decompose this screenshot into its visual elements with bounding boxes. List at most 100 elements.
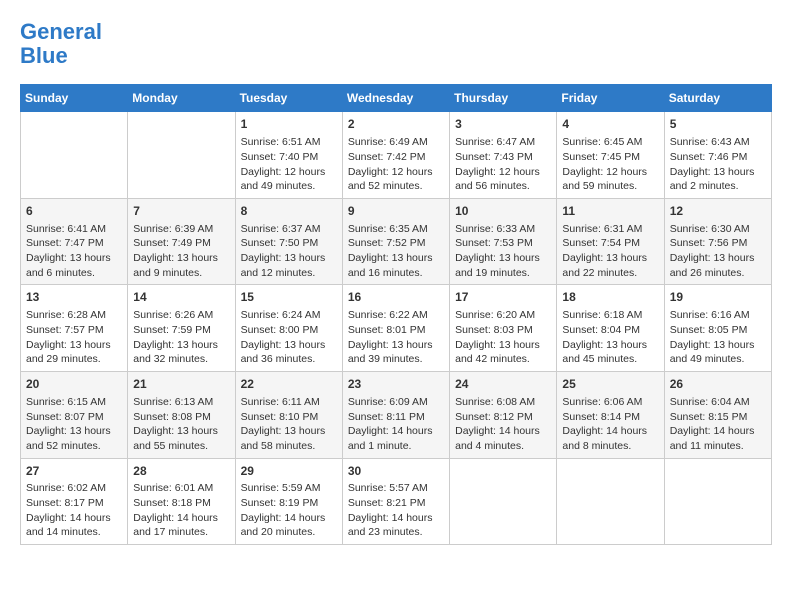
day-info: Sunset: 7:52 PM xyxy=(348,236,444,251)
day-info: Daylight: 13 hours xyxy=(670,338,766,353)
day-info: Sunset: 8:18 PM xyxy=(133,496,229,511)
day-info: Sunrise: 6:08 AM xyxy=(455,395,551,410)
day-number: 2 xyxy=(348,116,444,133)
day-info: and 19 minutes. xyxy=(455,266,551,281)
calendar-week-row: 6Sunrise: 6:41 AMSunset: 7:47 PMDaylight… xyxy=(21,198,772,285)
day-info: Daylight: 13 hours xyxy=(562,338,658,353)
day-number: 24 xyxy=(455,376,551,393)
day-info: Sunset: 8:00 PM xyxy=(241,323,337,338)
day-info: Sunset: 8:04 PM xyxy=(562,323,658,338)
calendar-cell: 21Sunrise: 6:13 AMSunset: 8:08 PMDayligh… xyxy=(128,372,235,459)
day-info: Sunset: 8:12 PM xyxy=(455,410,551,425)
calendar-cell: 7Sunrise: 6:39 AMSunset: 7:49 PMDaylight… xyxy=(128,198,235,285)
calendar-day-header: Saturday xyxy=(664,85,771,112)
day-info: Sunset: 7:42 PM xyxy=(348,150,444,165)
day-info: Sunrise: 6:13 AM xyxy=(133,395,229,410)
day-info: Sunset: 7:56 PM xyxy=(670,236,766,251)
day-info: and 58 minutes. xyxy=(241,439,337,454)
day-info: and 39 minutes. xyxy=(348,352,444,367)
day-number: 9 xyxy=(348,203,444,220)
calendar-cell: 1Sunrise: 6:51 AMSunset: 7:40 PMDaylight… xyxy=(235,112,342,199)
day-info: Daylight: 12 hours xyxy=(562,165,658,180)
day-number: 15 xyxy=(241,289,337,306)
day-number: 17 xyxy=(455,289,551,306)
calendar-cell: 10Sunrise: 6:33 AMSunset: 7:53 PMDayligh… xyxy=(450,198,557,285)
calendar-cell xyxy=(664,458,771,545)
calendar-cell: 16Sunrise: 6:22 AMSunset: 8:01 PMDayligh… xyxy=(342,285,449,372)
calendar-cell: 14Sunrise: 6:26 AMSunset: 7:59 PMDayligh… xyxy=(128,285,235,372)
day-info: Sunset: 8:11 PM xyxy=(348,410,444,425)
day-info: Sunrise: 6:45 AM xyxy=(562,135,658,150)
day-info: Sunset: 7:54 PM xyxy=(562,236,658,251)
day-number: 7 xyxy=(133,203,229,220)
day-info: and 12 minutes. xyxy=(241,266,337,281)
day-info: Sunset: 7:53 PM xyxy=(455,236,551,251)
day-info: and 14 minutes. xyxy=(26,525,122,540)
day-info: Daylight: 12 hours xyxy=(241,165,337,180)
logo-general: General xyxy=(20,19,102,44)
day-info: Sunset: 8:08 PM xyxy=(133,410,229,425)
calendar-cell: 28Sunrise: 6:01 AMSunset: 8:18 PMDayligh… xyxy=(128,458,235,545)
day-number: 11 xyxy=(562,203,658,220)
day-number: 20 xyxy=(26,376,122,393)
day-info: Sunrise: 6:33 AM xyxy=(455,222,551,237)
calendar-cell: 29Sunrise: 5:59 AMSunset: 8:19 PMDayligh… xyxy=(235,458,342,545)
day-number: 3 xyxy=(455,116,551,133)
day-number: 4 xyxy=(562,116,658,133)
day-info: Daylight: 13 hours xyxy=(26,251,122,266)
calendar-cell: 6Sunrise: 6:41 AMSunset: 7:47 PMDaylight… xyxy=(21,198,128,285)
day-info: Sunrise: 6:37 AM xyxy=(241,222,337,237)
calendar-day-header: Wednesday xyxy=(342,85,449,112)
day-info: and 4 minutes. xyxy=(455,439,551,454)
calendar-week-row: 27Sunrise: 6:02 AMSunset: 8:17 PMDayligh… xyxy=(21,458,772,545)
day-info: Daylight: 14 hours xyxy=(670,424,766,439)
day-info: and 22 minutes. xyxy=(562,266,658,281)
day-info: Daylight: 13 hours xyxy=(455,251,551,266)
day-number: 5 xyxy=(670,116,766,133)
day-info: and 9 minutes. xyxy=(133,266,229,281)
calendar-cell: 30Sunrise: 5:57 AMSunset: 8:21 PMDayligh… xyxy=(342,458,449,545)
calendar-cell: 27Sunrise: 6:02 AMSunset: 8:17 PMDayligh… xyxy=(21,458,128,545)
calendar-day-header: Thursday xyxy=(450,85,557,112)
day-info: Daylight: 14 hours xyxy=(348,424,444,439)
day-info: Sunrise: 5:59 AM xyxy=(241,481,337,496)
logo-text: General Blue xyxy=(20,20,102,68)
day-info: and 20 minutes. xyxy=(241,525,337,540)
day-info: Daylight: 14 hours xyxy=(455,424,551,439)
calendar-cell: 4Sunrise: 6:45 AMSunset: 7:45 PMDaylight… xyxy=(557,112,664,199)
day-number: 8 xyxy=(241,203,337,220)
calendar-cell: 17Sunrise: 6:20 AMSunset: 8:03 PMDayligh… xyxy=(450,285,557,372)
calendar-cell: 26Sunrise: 6:04 AMSunset: 8:15 PMDayligh… xyxy=(664,372,771,459)
day-number: 23 xyxy=(348,376,444,393)
day-info: Sunrise: 6:24 AM xyxy=(241,308,337,323)
day-info: Sunrise: 6:39 AM xyxy=(133,222,229,237)
day-info: Sunrise: 6:16 AM xyxy=(670,308,766,323)
calendar-table: SundayMondayTuesdayWednesdayThursdayFrid… xyxy=(20,84,772,545)
day-info: Sunrise: 6:51 AM xyxy=(241,135,337,150)
day-info: Sunrise: 6:09 AM xyxy=(348,395,444,410)
calendar-week-row: 20Sunrise: 6:15 AMSunset: 8:07 PMDayligh… xyxy=(21,372,772,459)
day-info: and 2 minutes. xyxy=(670,179,766,194)
day-info: Sunset: 8:07 PM xyxy=(26,410,122,425)
calendar-cell: 20Sunrise: 6:15 AMSunset: 8:07 PMDayligh… xyxy=(21,372,128,459)
calendar-cell: 9Sunrise: 6:35 AMSunset: 7:52 PMDaylight… xyxy=(342,198,449,285)
day-info: Sunrise: 6:06 AM xyxy=(562,395,658,410)
day-info: Daylight: 13 hours xyxy=(241,251,337,266)
day-info: and 56 minutes. xyxy=(455,179,551,194)
calendar-day-header: Tuesday xyxy=(235,85,342,112)
calendar-cell: 11Sunrise: 6:31 AMSunset: 7:54 PMDayligh… xyxy=(557,198,664,285)
day-info: Sunrise: 6:11 AM xyxy=(241,395,337,410)
day-info: Sunrise: 6:04 AM xyxy=(670,395,766,410)
day-info: and 26 minutes. xyxy=(670,266,766,281)
day-info: Sunset: 8:14 PM xyxy=(562,410,658,425)
day-info: Sunset: 7:46 PM xyxy=(670,150,766,165)
day-info: Daylight: 12 hours xyxy=(348,165,444,180)
day-info: Sunset: 7:50 PM xyxy=(241,236,337,251)
day-info: Sunrise: 6:43 AM xyxy=(670,135,766,150)
calendar-day-header: Sunday xyxy=(21,85,128,112)
calendar-body: 1Sunrise: 6:51 AMSunset: 7:40 PMDaylight… xyxy=(21,112,772,545)
day-info: Sunrise: 5:57 AM xyxy=(348,481,444,496)
day-info: Sunrise: 6:31 AM xyxy=(562,222,658,237)
day-info: Sunrise: 6:41 AM xyxy=(26,222,122,237)
day-info: Sunset: 7:57 PM xyxy=(26,323,122,338)
